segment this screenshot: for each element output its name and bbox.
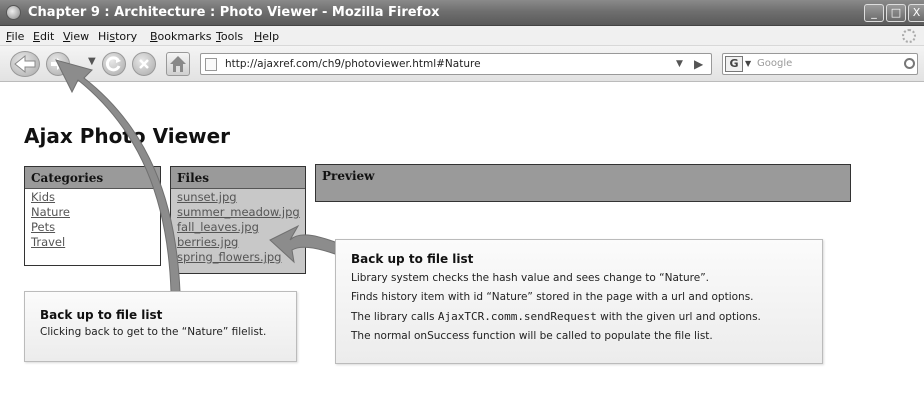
- file-link[interactable]: fall_leaves.jpg: [177, 220, 299, 235]
- callout-right-line-3: The library calls AjaxTCR.comm.sendReque…: [351, 307, 807, 327]
- menu-history-pre: Hi: [98, 30, 110, 43]
- back-arrow-icon: [14, 54, 36, 74]
- callout-library-steps: Back up to file list Library system chec…: [335, 239, 823, 364]
- url-dropdown-icon[interactable]: ▼: [676, 59, 683, 69]
- category-link-kids[interactable]: Kids: [31, 190, 154, 205]
- menu-tools[interactable]: Tools: [216, 30, 243, 43]
- menu-bookmarks[interactable]: Bookmarks: [150, 30, 211, 43]
- category-link-nature[interactable]: Nature: [31, 205, 154, 220]
- url-bar[interactable]: http://ajaxref.com/ch9/photoviewer.html#…: [200, 53, 712, 75]
- google-engine-icon[interactable]: G: [725, 56, 743, 72]
- menu-bookmarks-key: B: [150, 30, 158, 43]
- menu-history[interactable]: History: [98, 30, 137, 43]
- files-panel: Files sunset.jpg summer_meadow.jpg fall_…: [170, 166, 306, 274]
- throbber-icon: [902, 29, 916, 43]
- back-button[interactable]: [10, 51, 40, 77]
- callout-right-line-2: Finds history item with id “Nature” stor…: [351, 291, 754, 303]
- category-link-travel[interactable]: Travel: [31, 235, 154, 250]
- search-input[interactable]: Google: [757, 58, 792, 69]
- menu-history-label: tory: [115, 30, 138, 43]
- page-icon: [205, 58, 217, 71]
- search-icon[interactable]: [904, 58, 915, 69]
- forward-button[interactable]: [46, 52, 70, 76]
- callout-back-click: Back up to file list Clicking back to ge…: [24, 291, 297, 362]
- history-dropdown-icon[interactable]: ▼: [88, 56, 96, 67]
- search-bar[interactable]: G ▼ Google: [722, 53, 918, 75]
- url-text: http://ajaxref.com/ch9/photoviewer.html#…: [225, 58, 481, 70]
- menu-view-label: iew: [70, 30, 90, 43]
- callout-code: AjaxTCR.comm.sendRequest: [437, 310, 597, 323]
- callout-left-title: Back up to file list: [40, 308, 163, 322]
- callout-right-line-1: Library system checks the hash value and…: [351, 272, 710, 284]
- preview-panel: Preview: [315, 164, 851, 202]
- files-heading: Files: [171, 167, 305, 189]
- maximize-button[interactable]: □: [886, 4, 906, 22]
- menu-edit-label: dit: [39, 30, 55, 43]
- go-arrow-icon[interactable]: ▶: [694, 57, 703, 71]
- menu-bar: File Edit View History Bookmarks Tools H…: [0, 26, 924, 46]
- callout-right-title: Back up to file list: [351, 252, 474, 266]
- forward-arrow-icon: [51, 58, 65, 70]
- callout-left-text: Clicking back to get to the “Nature” fil…: [40, 326, 267, 338]
- file-link[interactable]: spring_flowers.jpg: [177, 250, 299, 265]
- stop-icon: [139, 59, 149, 69]
- callout-line-3-post: with the given url and options.: [596, 311, 761, 323]
- window-title: Chapter 9 : Architecture : Photo Viewer …: [28, 5, 440, 20]
- file-link[interactable]: sunset.jpg: [177, 190, 299, 205]
- file-link[interactable]: berries.jpg: [177, 235, 299, 250]
- home-button[interactable]: [166, 52, 190, 76]
- window-titlebar: Chapter 9 : Architecture : Photo Viewer …: [0, 0, 924, 26]
- file-link[interactable]: summer_meadow.jpg: [177, 205, 300, 220]
- category-link-pets[interactable]: Pets: [31, 220, 154, 235]
- home-icon: [170, 56, 186, 72]
- callout-line-3-pre: The library calls: [351, 311, 438, 323]
- firefox-icon: [6, 5, 21, 20]
- engine-dropdown-icon[interactable]: ▼: [745, 59, 751, 68]
- callout-right-line-4: The normal onSuccess function will be ca…: [351, 330, 713, 342]
- menu-edit-key: E: [33, 30, 40, 43]
- stop-button[interactable]: [132, 52, 156, 76]
- reload-icon: [105, 56, 121, 72]
- menu-bookmarks-label: ookmarks: [157, 30, 212, 43]
- page-title: Ajax Photo Viewer: [24, 124, 231, 148]
- menu-edit[interactable]: Edit: [33, 30, 54, 43]
- menu-file[interactable]: File: [6, 30, 24, 43]
- menu-file-label: ile: [11, 30, 25, 43]
- categories-panel: Categories Kids Nature Pets Travel: [24, 166, 161, 266]
- minimize-button[interactable]: _: [864, 4, 884, 22]
- menu-help-label: elp: [262, 30, 280, 43]
- close-button[interactable]: X: [908, 4, 924, 22]
- preview-heading: Preview: [316, 165, 850, 187]
- menu-view[interactable]: View: [63, 30, 89, 43]
- menu-help[interactable]: Help: [254, 30, 279, 43]
- reload-button[interactable]: [102, 52, 126, 76]
- menu-tools-label: ools: [220, 30, 244, 43]
- navigation-toolbar: ▼ http://ajaxref.com/ch9/photoviewer.htm…: [0, 46, 924, 82]
- categories-heading: Categories: [25, 167, 160, 189]
